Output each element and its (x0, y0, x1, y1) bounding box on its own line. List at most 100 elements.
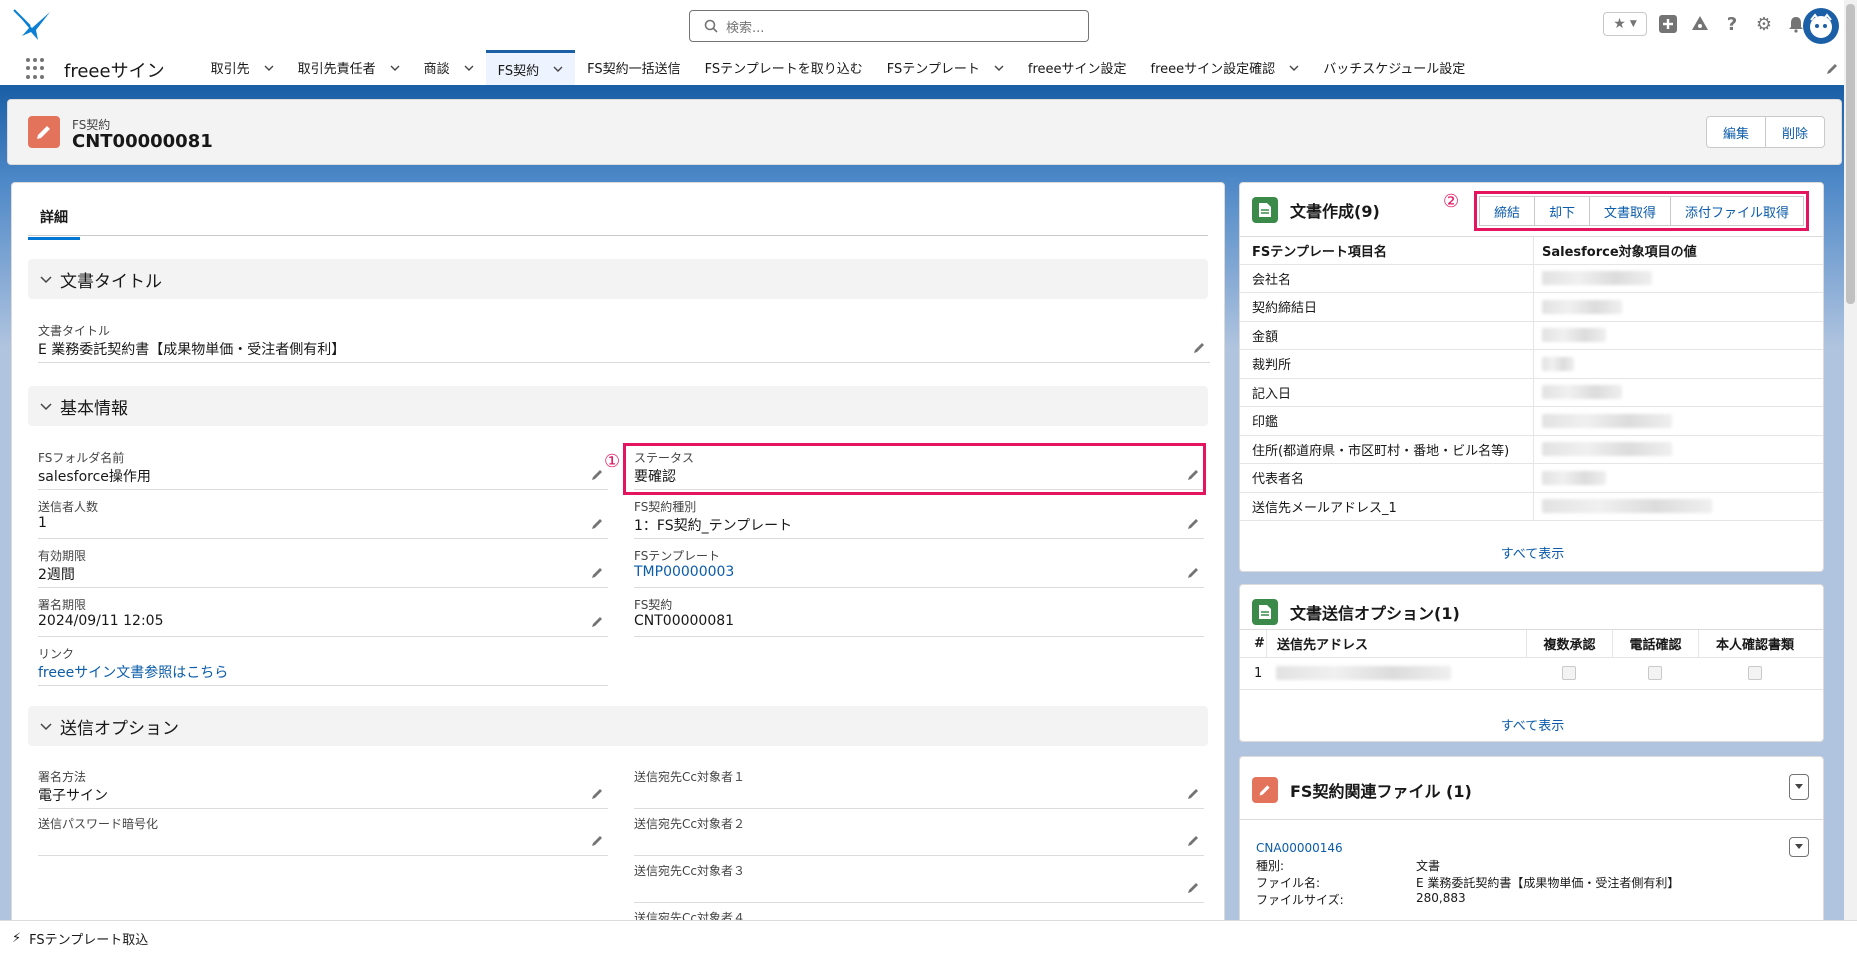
multi-approval-checkbox[interactable] (1562, 666, 1576, 680)
annotation-marker-2: ② (1443, 191, 1460, 212)
pencil-icon[interactable] (1186, 881, 1200, 895)
pencil-icon[interactable] (590, 468, 604, 482)
redacted-value (1542, 299, 1622, 314)
get-attachments-button[interactable]: 添付ファイル取得 (1670, 196, 1804, 226)
edit-button[interactable]: 編集 (1705, 116, 1766, 148)
chevron-down-icon[interactable] (464, 63, 474, 73)
pencil-icon[interactable] (590, 615, 604, 629)
record-header: FS契約 CNT00000081 編集 削除 (7, 99, 1842, 165)
document-icon (1252, 197, 1278, 223)
pencil-icon[interactable] (1186, 787, 1200, 801)
field-cc-1: 送信宛先Cc対象者１ (634, 763, 1204, 809)
pencil-icon[interactable] (1192, 341, 1206, 355)
nav-tab-fs-templates[interactable]: FSテンプレート (875, 50, 1016, 85)
related-files-title: FS契約関連ファイル (1) (1290, 782, 1472, 801)
pencil-icon[interactable] (1186, 834, 1200, 848)
annotation-marker-1: ① (604, 451, 621, 472)
chevron-down-icon (1795, 784, 1803, 789)
table-row: 裁判所 (1240, 350, 1823, 379)
file-id-link[interactable]: CNA00000146 (1256, 841, 1343, 855)
app-launcher-icon[interactable] (26, 58, 48, 80)
utility-fs-template-import[interactable]: FSテンプレート取込 (29, 929, 148, 948)
table-row: 会社名 (1240, 264, 1823, 293)
global-search-input[interactable]: 検索... (689, 10, 1089, 42)
field-sender-count: 送信者人数 1 (38, 493, 608, 539)
nav-tab-batch-schedule[interactable]: バッチスケジュール設定 (1311, 50, 1477, 85)
pencil-icon[interactable] (590, 566, 604, 580)
pencil-icon[interactable] (590, 834, 604, 848)
chevron-down-icon[interactable] (264, 63, 274, 73)
lightning-icon: ⚡ (12, 931, 22, 946)
table-row: 印鑑 (1240, 407, 1823, 436)
doc-create-view-all-link[interactable]: すべて表示 (1240, 543, 1823, 562)
nav-tab-fs-template-import[interactable]: FSテンプレートを取り込む (693, 50, 875, 85)
trailhead-icon[interactable] (1689, 13, 1711, 35)
redacted-value (1542, 328, 1606, 343)
freee-sign-logo-icon[interactable] (12, 6, 54, 44)
field-contract-type: FS契約種別 1：FS契約_テンプレート (634, 493, 1204, 539)
table-row: 記入日 (1240, 378, 1823, 407)
divider (1240, 819, 1823, 820)
pencil-icon[interactable] (1186, 517, 1200, 531)
template-link[interactable]: TMP00000003 (634, 564, 734, 580)
chevron-down-icon[interactable] (553, 64, 563, 74)
nav-tab-fs-contracts[interactable]: FS契約 (485, 50, 576, 85)
phone-confirm-checkbox[interactable] (1648, 666, 1662, 680)
edit-nav-pencil-icon[interactable] (1825, 62, 1839, 76)
redacted-value (1542, 385, 1622, 400)
section-doc-title[interactable]: 文書タイトル (28, 259, 1208, 299)
nav-tab-accounts[interactable]: 取引先 (199, 50, 286, 85)
fs-contract-record-icon (28, 116, 60, 148)
search-icon (704, 19, 718, 33)
freee-sign-doc-link[interactable]: freeeサイン文書参照はこちら (38, 662, 228, 682)
get-document-button[interactable]: 文書取得 (1589, 196, 1671, 226)
related-files-card: FS契約関連ファイル (1) CNA00000146 種別: 文書 ファイル名:… (1239, 756, 1824, 926)
chevron-down-icon[interactable] (994, 63, 1004, 73)
doc-create-table: FSテンプレート項目名 Salesforce対象項目の値 会社名 契約締結日 金… (1240, 236, 1823, 521)
scrollbar-thumb[interactable] (1846, 4, 1855, 304)
app-navigation-bar: freeeサイン 取引先 取引先責任者 商談 FS契約 FS契約一括送信 FSテ… (0, 50, 1857, 88)
gear-icon[interactable]: ⚙ (1753, 13, 1775, 35)
utility-bar: ⚡ FSテンプレート取込 (0, 920, 1857, 956)
conclude-button[interactable]: 締結 (1478, 196, 1535, 226)
nav-tab-opportunities[interactable]: 商談 (412, 50, 486, 85)
chevron-down-icon (1795, 844, 1803, 849)
send-options-view-all-link[interactable]: すべて表示 (1240, 715, 1823, 734)
table-header-row: FSテンプレート項目名 Salesforce対象項目の値 (1240, 236, 1823, 265)
field-doc-title: 文書タイトル E 業務委託契約書【成果物単価・受注者側有利】 (38, 317, 1210, 363)
pencil-icon[interactable] (590, 787, 604, 801)
section-send-options[interactable]: 送信オプション (28, 706, 1208, 746)
nav-tab-freee-sign-settings[interactable]: freeeサイン設定 (1016, 50, 1139, 85)
id-document-checkbox[interactable] (1747, 666, 1762, 680)
nav-tab-fs-bulk-send[interactable]: FS契約一括送信 (575, 50, 693, 85)
help-icon[interactable]: ? (1721, 13, 1743, 35)
redacted-value (1542, 356, 1574, 371)
field-sign-method: 署名方法 電子サイン (38, 763, 608, 809)
chevron-down-icon[interactable] (1289, 63, 1299, 73)
favorites-button[interactable]: ★ ▼ (1603, 12, 1647, 36)
document-icon (1252, 599, 1278, 625)
chevron-down-icon[interactable] (390, 63, 400, 73)
pencil-icon[interactable] (1186, 566, 1200, 580)
page-scrollbar[interactable] (1844, 0, 1857, 920)
file-size-value: 280,883 (1416, 891, 1466, 905)
reject-button[interactable]: 却下 (1534, 196, 1590, 226)
fs-contract-record-icon (1252, 777, 1278, 803)
user-avatar[interactable] (1803, 8, 1839, 44)
delete-button[interactable]: 削除 (1765, 116, 1825, 148)
status-highlight-box (623, 443, 1206, 495)
related-files-menu-button[interactable] (1789, 774, 1809, 800)
chevron-down-icon (40, 723, 52, 731)
redacted-value (1542, 499, 1712, 514)
nav-tab-contacts[interactable]: 取引先責任者 (286, 50, 412, 85)
section-basic-info[interactable]: 基本情報 (28, 386, 1208, 426)
file-row-menu-button[interactable] (1789, 837, 1809, 857)
table-row: 代表者名 (1240, 464, 1823, 493)
pencil-icon[interactable] (590, 517, 604, 531)
chevron-down-icon: ▼ (1629, 19, 1637, 29)
nav-tab-freee-sign-settings-check[interactable]: freeeサイン設定確認 (1139, 50, 1312, 85)
global-actions-icon[interactable] (1657, 13, 1679, 35)
field-cc-3: 送信宛先Cc対象者３ (634, 857, 1204, 903)
search-placeholder: 検索... (726, 20, 765, 36)
app-name: freeeサイン (64, 61, 165, 82)
